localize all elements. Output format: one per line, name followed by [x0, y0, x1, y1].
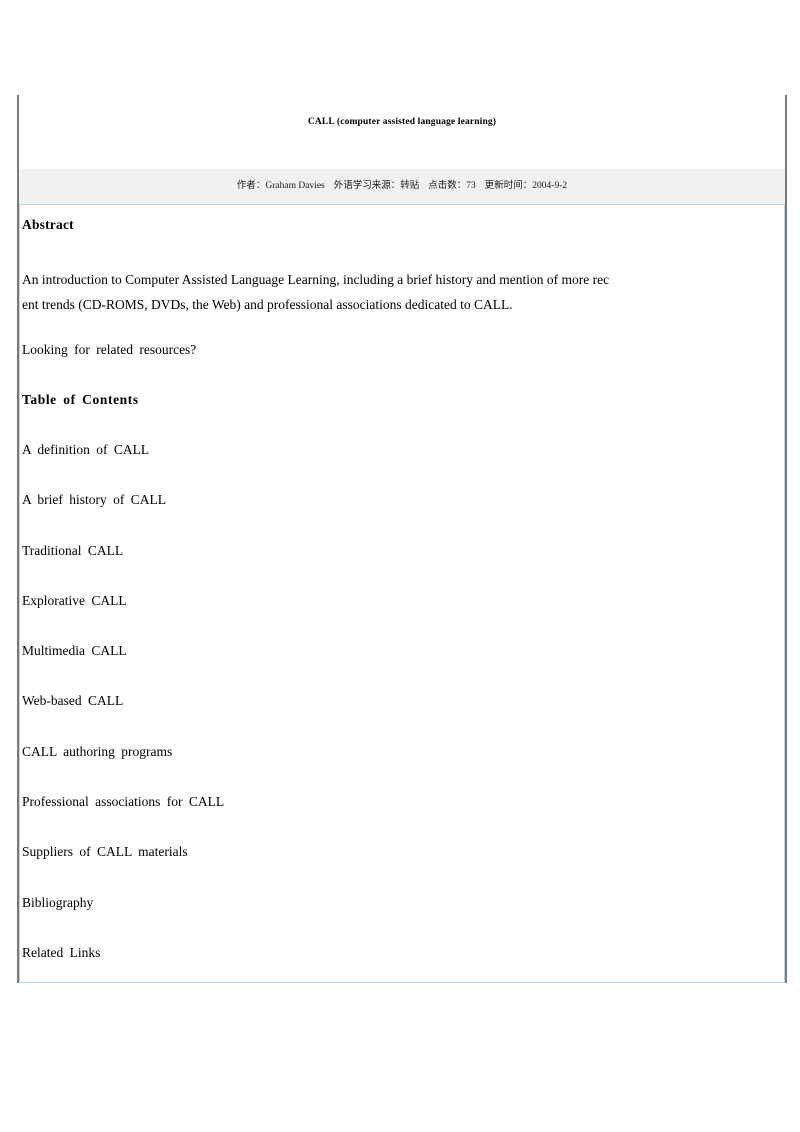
toc-item-professional-associations-for-call[interactable]: Professional associations for CALL	[22, 794, 224, 810]
page-title: CALL (computer assisted language learnin…	[307, 117, 497, 127]
toc-item-bibliography[interactable]: Bibliography	[22, 895, 93, 911]
toc-item-a-definition-of-call[interactable]: A definition of CALL	[22, 442, 149, 458]
meta-updated-label: 更新时间：	[484, 181, 533, 191]
meta-author-label: 作者：	[236, 181, 266, 191]
article-meta-text: 作者：Graham Davies 外语学习来源：转贴 点击数：73 更新时间：2004…	[19, 180, 785, 193]
abstract-paragraph-line-1: An introduction to Computer Assisted Lan…	[22, 272, 610, 287]
toc-item-web-based-call[interactable]: Web-based CALL	[22, 693, 123, 709]
related-resources-prompt: Looking for related resources?	[22, 342, 197, 357]
toc-item-a-brief-history-of-call[interactable]: A brief history of CALL	[22, 492, 166, 508]
toc-item-call-authoring-programs[interactable]: CALL authoring programs	[22, 744, 172, 760]
abstract-heading: Abstract	[22, 217, 74, 232]
meta-source: 外语学习来源：转贴	[334, 181, 420, 191]
meta-updated-value: 2004-9-2	[532, 181, 568, 191]
meta-author-value: Graham Davies	[265, 181, 325, 191]
abstract-paragraph-line-2: ent trends (CD-ROMS, DVDs, the Web) and …	[22, 297, 513, 312]
meta-hits-label: 点击数：	[428, 181, 467, 191]
toc-item-traditional-call[interactable]: Traditional CALL	[22, 543, 123, 559]
meta-source-label: 外语学习来源：	[333, 181, 401, 191]
toc-item-explorative-call[interactable]: Explorative CALL	[22, 593, 127, 609]
table-of-contents-heading: Table of Contents	[22, 392, 139, 407]
meta-updated: 更新时间：2004-9-2	[485, 181, 567, 191]
toc-item-suppliers-of-call-materials[interactable]: Suppliers of CALL materials	[22, 844, 188, 860]
article-content-box: Abstract An introduction to Computer Ass…	[19, 204, 785, 983]
document-page: CALL (computer assisted language learnin…	[0, 0, 800, 1132]
meta-hits-value: 73	[466, 181, 476, 191]
meta-source-value: 转贴	[400, 181, 420, 191]
meta-author: 作者：Graham Davies	[237, 181, 325, 191]
meta-hits: 点击数：73	[428, 181, 476, 191]
article-table: CALL (computer assisted language learnin…	[17, 95, 787, 983]
toc-item-multimedia-call[interactable]: Multimedia CALL	[22, 643, 127, 659]
article-meta-band: 作者：Graham Davies 外语学习来源：转贴 点击数：73 更新时间：2004…	[19, 169, 785, 204]
toc-item-related-links[interactable]: Related Links	[22, 945, 100, 961]
title-row: CALL (computer assisted language learnin…	[19, 95, 785, 169]
